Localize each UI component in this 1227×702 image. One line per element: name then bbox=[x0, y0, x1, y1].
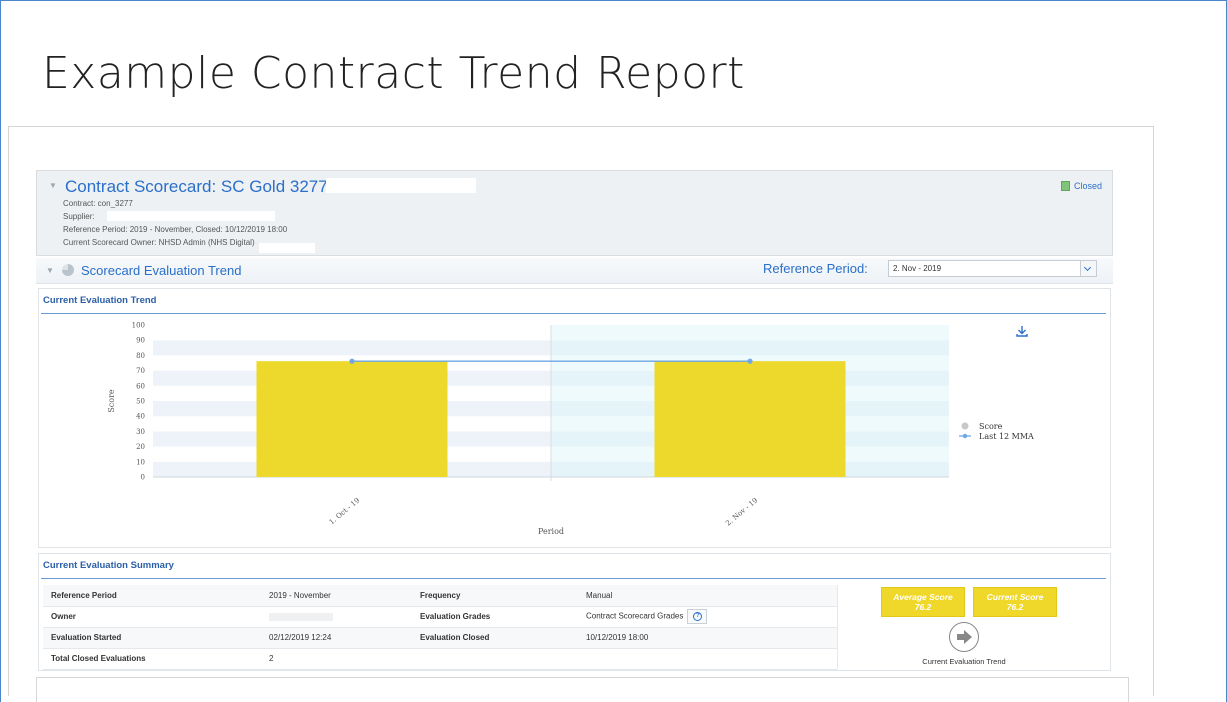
y-tick-label: 40 bbox=[136, 413, 145, 421]
reference-period-info: Reference Period: 2019 - November, Close… bbox=[63, 225, 288, 234]
plot-band bbox=[551, 325, 949, 341]
current-score-label: Current Score bbox=[986, 592, 1044, 602]
current-score-value: 76.2 bbox=[1006, 602, 1024, 612]
reference-period-value: 2. Nov - 2019 bbox=[893, 264, 942, 273]
y-tick-label: 70 bbox=[136, 367, 145, 375]
download-icon[interactable] bbox=[1016, 326, 1028, 337]
status-text: Closed bbox=[1073, 181, 1102, 191]
document-status-icon bbox=[1060, 181, 1070, 191]
scorecard-owner: Current Scorecard Owner: NHSD Admin (NHS… bbox=[63, 238, 255, 247]
row-value bbox=[261, 606, 412, 628]
arrow-right-icon[interactable] bbox=[949, 622, 979, 652]
table-row: Owner Evaluation Grades Contract Scoreca… bbox=[43, 606, 837, 628]
redaction-box bbox=[269, 612, 333, 621]
row-value: Manual bbox=[578, 585, 837, 607]
line-point bbox=[349, 358, 355, 364]
panel-divider bbox=[41, 578, 1106, 579]
x-tick-label: 2. Nov - 19 bbox=[724, 496, 759, 527]
evaluation-summary-panel: Current Evaluation Summary Reference Per… bbox=[38, 553, 1111, 671]
redaction-box bbox=[259, 243, 315, 253]
bar-score bbox=[256, 361, 448, 477]
divider bbox=[36, 677, 1128, 678]
row-label: Total Closed Evaluations bbox=[43, 648, 261, 670]
contract-id: Contract: con_3277 bbox=[63, 199, 133, 208]
redaction-box bbox=[326, 178, 476, 193]
plot-band bbox=[153, 340, 551, 356]
row-label: Evaluation Grades bbox=[412, 606, 578, 628]
line-point bbox=[747, 358, 753, 364]
reference-period-label: Reference Period: bbox=[763, 261, 868, 276]
row-value: 2019 - November bbox=[261, 585, 412, 607]
summary-table: Reference Period 2019 - November Frequen… bbox=[43, 585, 837, 670]
y-tick-label: 0 bbox=[141, 474, 145, 482]
chevron-down-icon[interactable] bbox=[1080, 261, 1096, 276]
y-tick-label: 10 bbox=[136, 458, 145, 466]
row-value: 2 bbox=[261, 648, 412, 670]
slide-title: Example Contract Trend Report bbox=[42, 48, 745, 99]
divider bbox=[1128, 677, 1129, 702]
redaction-box bbox=[107, 211, 275, 221]
legend-swatch-point bbox=[962, 433, 968, 439]
y-tick-label: 100 bbox=[132, 322, 145, 330]
collapse-caret-icon[interactable]: ▼ bbox=[46, 266, 54, 275]
row-value: Contract Scorecard Grades? bbox=[578, 606, 837, 628]
divider bbox=[36, 677, 37, 702]
scorecard-header: ▼ Contract Scorecard: SC Gold 3277 Contr… bbox=[36, 170, 1113, 256]
status-indicator: Closed bbox=[1060, 181, 1102, 191]
reference-period-select[interactable]: 2. Nov - 2019 bbox=[888, 260, 1097, 277]
row-value bbox=[578, 648, 837, 670]
row-label bbox=[412, 648, 578, 670]
scorecard-title[interactable]: Contract Scorecard: SC Gold 3277 bbox=[65, 177, 328, 197]
trend-chart: 0 10 20 30 40 50 60 70 80 90 100 1. Oct - 19 2. Nov … bbox=[107, 322, 1034, 537]
row-value: 10/12/2019 18:00 bbox=[578, 627, 837, 649]
pie-chart-icon bbox=[62, 264, 74, 276]
legend-label-mma: Last 12 MMA bbox=[979, 432, 1034, 441]
row-label: Evaluation Started bbox=[43, 627, 261, 649]
table-row: Reference Period 2019 - November Frequen… bbox=[43, 585, 837, 607]
y-tick-label: 90 bbox=[136, 337, 145, 345]
table-row: Total Closed Evaluations 2 bbox=[43, 648, 837, 670]
evaluation-trend-bar: ▼ Scorecard Evaluation Trend Reference P… bbox=[36, 258, 1113, 284]
y-axis-label: Score bbox=[107, 389, 116, 413]
average-score-label: Average Score bbox=[893, 592, 953, 602]
trend-chart-panel: Current Evaluation Trend 0 10 20 30 40 50 60 70… bbox=[38, 288, 1111, 548]
y-tick-label: 30 bbox=[136, 428, 145, 436]
trend-caption[interactable]: Current Evaluation Trend bbox=[899, 657, 1029, 666]
collapse-triangle-icon[interactable]: ▼ bbox=[49, 181, 57, 190]
x-axis-label: Period bbox=[538, 527, 564, 536]
section-title[interactable]: Scorecard Evaluation Trend bbox=[81, 263, 241, 278]
legend-swatch-score bbox=[961, 422, 969, 430]
row-label: Owner bbox=[43, 606, 261, 628]
question-icon: ? bbox=[693, 612, 703, 621]
plot-band bbox=[153, 325, 551, 341]
help-button[interactable]: ? bbox=[687, 609, 708, 624]
y-tick-label: 50 bbox=[136, 398, 145, 406]
grades-value: Contract Scorecard Grades bbox=[586, 611, 684, 621]
supplier-label: Supplier: bbox=[63, 212, 95, 221]
plot-band bbox=[551, 340, 949, 356]
table-row: Evaluation Started 02/12/2019 12:24 Eval… bbox=[43, 627, 837, 649]
average-score-card: Average Score 76.2 bbox=[881, 587, 965, 617]
x-tick-label: 1. Oct - 19 bbox=[328, 496, 362, 526]
row-value: 02/12/2019 12:24 bbox=[261, 627, 412, 649]
y-tick-label: 80 bbox=[136, 352, 145, 360]
row-label: Reference Period bbox=[43, 585, 261, 607]
summary-panel-title: Current Evaluation Summary bbox=[43, 560, 174, 571]
row-label: Frequency bbox=[412, 585, 578, 607]
y-tick-label: 60 bbox=[136, 382, 145, 390]
legend-label-score: Score bbox=[979, 422, 1003, 431]
y-tick-label: 20 bbox=[136, 443, 145, 451]
current-score-card: Current Score 76.2 bbox=[973, 587, 1057, 617]
row-label: Evaluation Closed bbox=[412, 627, 578, 649]
bar-score bbox=[654, 361, 846, 477]
average-score-value: 76.2 bbox=[914, 602, 932, 612]
